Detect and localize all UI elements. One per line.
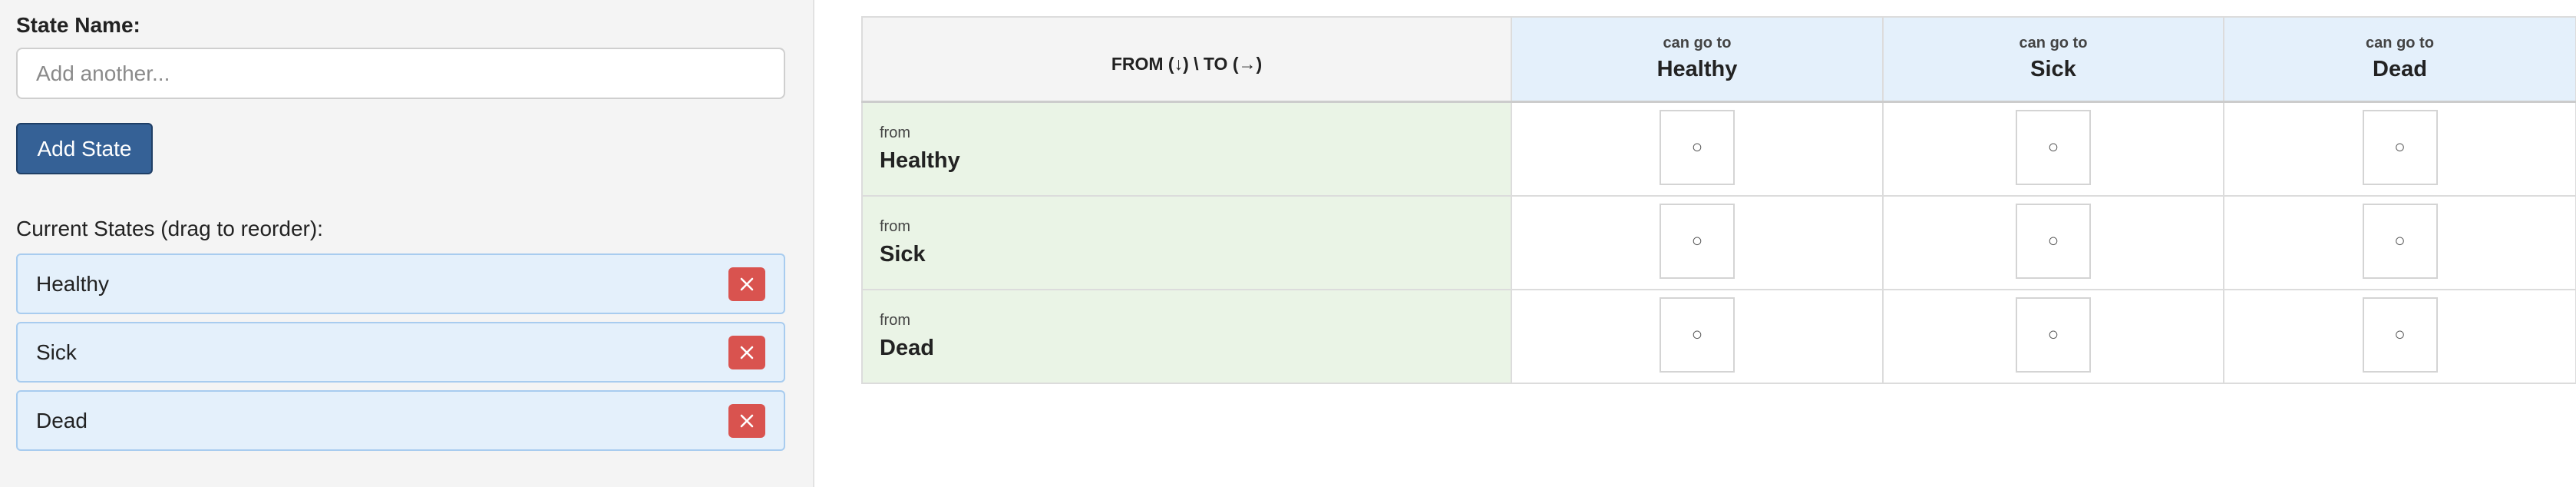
- state-list: Healthy Sick Dead: [16, 253, 797, 451]
- state-item-label: Dead: [36, 408, 88, 432]
- matrix-row-healthy: from Healthy ○ ○ ○: [861, 101, 2576, 197]
- column-prefix: can go to: [1663, 35, 1732, 51]
- matrix-cell: ○: [2223, 101, 2576, 197]
- matrix-cell: ○: [1882, 101, 2224, 197]
- close-icon: [740, 414, 754, 427]
- row-name: Sick: [880, 242, 926, 267]
- close-icon: [740, 346, 754, 359]
- delete-state-button[interactable]: [728, 335, 765, 369]
- row-header-sick: from Sick: [861, 195, 1512, 290]
- matrix-row-dead: from Dead ○ ○ ○: [861, 289, 2576, 384]
- row-prefix: from: [880, 124, 910, 141]
- transition-toggle-dead-sick[interactable]: ○: [2016, 297, 2091, 373]
- cell-mark: ○: [2047, 323, 2059, 345]
- delete-state-button[interactable]: [728, 267, 765, 301]
- cell-mark: ○: [1691, 323, 1703, 345]
- column-name: Dead: [2373, 57, 2427, 81]
- state-item-sick[interactable]: Sick: [16, 322, 785, 383]
- row-name: Dead: [880, 336, 934, 360]
- matrix-cell: ○: [2223, 289, 2576, 384]
- transition-toggle-healthy-healthy[interactable]: ○: [1660, 109, 1735, 185]
- row-header-dead: from Dead: [861, 289, 1512, 384]
- state-name-input[interactable]: [16, 48, 785, 99]
- matrix-header-row: FROM (↓) \ TO (→) can go to Healthy can …: [861, 16, 2576, 103]
- transition-toggle-sick-healthy[interactable]: ○: [1660, 203, 1735, 279]
- matrix-cell: ○: [1511, 289, 1884, 384]
- transition-toggle-healthy-sick[interactable]: ○: [2016, 109, 2091, 185]
- transition-matrix-panel: FROM (↓) \ TO (→) can go to Healthy can …: [814, 0, 2576, 487]
- column-header-dead: can go to Dead: [2223, 16, 2576, 103]
- row-name: Healthy: [880, 148, 960, 173]
- add-state-button[interactable]: Add State: [16, 123, 153, 174]
- cell-mark: ○: [2047, 230, 2059, 251]
- matrix-cell: ○: [1511, 101, 1884, 197]
- matrix-cell: ○: [1882, 195, 2224, 290]
- matrix-corner-label: FROM (↓) \ TO (→): [861, 16, 1512, 103]
- app-root: State Name: Add State Current States (dr…: [0, 0, 2576, 487]
- transition-matrix: FROM (↓) \ TO (→) can go to Healthy can …: [861, 16, 2576, 384]
- current-states-title: Current States (drag to reorder):: [16, 217, 323, 240]
- column-header-sick: can go to Sick: [1882, 16, 2224, 103]
- transition-toggle-sick-sick[interactable]: ○: [2016, 203, 2091, 279]
- transition-toggle-dead-dead[interactable]: ○: [2362, 297, 2438, 373]
- state-name-label: State Name:: [16, 13, 140, 37]
- state-editor-panel: State Name: Add State Current States (dr…: [0, 0, 814, 487]
- matrix-cell: ○: [2223, 195, 2576, 290]
- transition-toggle-dead-healthy[interactable]: ○: [1660, 297, 1735, 373]
- column-prefix: can go to: [2019, 35, 2088, 51]
- state-item-healthy[interactable]: Healthy: [16, 253, 785, 314]
- cell-mark: ○: [1691, 136, 1703, 157]
- column-name: Sick: [2030, 57, 2076, 81]
- column-header-healthy: can go to Healthy: [1511, 16, 1884, 103]
- delete-state-button[interactable]: [728, 403, 765, 438]
- matrix-row-sick: from Sick ○ ○ ○: [861, 195, 2576, 290]
- state-item-label: Sick: [36, 340, 77, 364]
- cell-mark: ○: [2394, 230, 2406, 251]
- column-name: Healthy: [1656, 57, 1738, 81]
- state-item-dead[interactable]: Dead: [16, 390, 785, 451]
- transition-toggle-healthy-dead[interactable]: ○: [2362, 109, 2438, 185]
- row-prefix: from: [880, 312, 910, 329]
- row-prefix: from: [880, 218, 910, 235]
- cell-mark: ○: [2394, 323, 2406, 345]
- cell-mark: ○: [1691, 230, 1703, 251]
- column-prefix: can go to: [2366, 35, 2434, 51]
- close-icon: [740, 277, 754, 290]
- cell-mark: ○: [2047, 136, 2059, 157]
- row-header-healthy: from Healthy: [861, 101, 1512, 197]
- matrix-cell: ○: [1511, 195, 1884, 290]
- state-item-label: Healthy: [36, 271, 109, 296]
- matrix-cell: ○: [1882, 289, 2224, 384]
- cell-mark: ○: [2394, 136, 2406, 157]
- transition-toggle-sick-dead[interactable]: ○: [2362, 203, 2438, 279]
